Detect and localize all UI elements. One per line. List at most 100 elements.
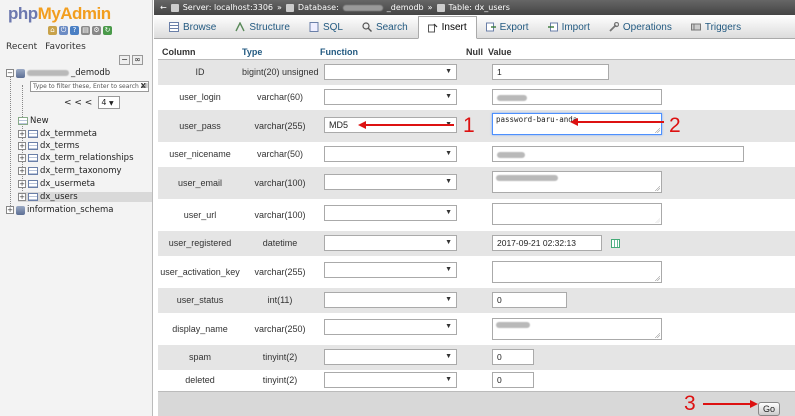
expand-icon[interactable]: + [18, 142, 26, 150]
value-input[interactable]: 0 [492, 372, 534, 388]
breadcrumb-server[interactable]: Server: localhost:3306 [183, 3, 273, 12]
go-button[interactable]: Go [758, 402, 780, 416]
function-select[interactable]: ▼ [324, 235, 457, 251]
table-item[interactable]: + dx_termmeta [18, 129, 97, 139]
breadcrumb-database-label[interactable]: Database: [298, 3, 339, 12]
value-textarea[interactable] [492, 261, 662, 283]
value-input[interactable]: 0 [492, 349, 534, 365]
tab-favorites[interactable]: Favorites [43, 41, 88, 53]
tab-sql[interactable]: SQL [300, 16, 353, 38]
breadcrumb-separator: » [277, 3, 282, 12]
docs-icon[interactable]: ▤ [81, 26, 90, 35]
table-item[interactable]: + dx_terms [18, 141, 79, 151]
browse-icon [169, 22, 179, 32]
expand-icon[interactable]: + [18, 130, 26, 138]
calendar-icon[interactable] [611, 239, 620, 248]
dropdown-arrow-icon: ▼ [445, 266, 452, 273]
value-textarea[interactable] [492, 171, 662, 193]
header-type[interactable]: Type [242, 47, 262, 57]
function-select[interactable]: ▼ [324, 205, 457, 221]
database-icon [285, 3, 294, 12]
link-icon[interactable]: ∞ [132, 55, 143, 65]
tab-insert[interactable]: Insert [417, 16, 477, 39]
function-select[interactable]: ▼ [324, 372, 457, 388]
table-row: user_login varchar(60) ▼ [158, 85, 795, 110]
table-item[interactable]: + dx_term_taxonomy [18, 166, 122, 176]
table-header: Column Type Function Null Value [154, 47, 795, 59]
tab-operations[interactable]: Operations [600, 16, 682, 38]
column-type: varchar(60) [256, 92, 303, 102]
settings-icon[interactable]: ⚙ [92, 26, 101, 35]
column-type: tinyint(2) [262, 375, 298, 385]
back-arrow-icon[interactable]: ← [160, 3, 167, 12]
value-textarea[interactable] [492, 318, 662, 340]
column-type: varchar(250) [254, 324, 306, 334]
new-table-icon [18, 117, 28, 125]
expand-icon[interactable]: + [6, 206, 14, 214]
annotation-label-2: 2 [669, 114, 681, 137]
header-function[interactable]: Function [320, 47, 358, 57]
value-input[interactable]: 1 [492, 64, 609, 80]
value-textarea[interactable] [492, 203, 662, 225]
page-select[interactable]: 4 ▼ [98, 96, 121, 109]
database-item[interactable]: − _demodb [6, 68, 110, 78]
table-item[interactable]: + dx_term_relationships [18, 153, 134, 163]
function-select[interactable]: ▼ [324, 292, 457, 308]
value-input[interactable] [492, 146, 744, 162]
function-select[interactable]: ▼ [324, 89, 457, 105]
breadcrumb-table[interactable]: Table: dx_users [449, 3, 510, 12]
reload-icon[interactable]: ↻ [103, 26, 112, 35]
table-icon [28, 142, 38, 150]
table-row: user_url varchar(100) ▼ [158, 199, 795, 231]
tab-browse[interactable]: Browse [160, 16, 226, 38]
tab-recent[interactable]: Recent [4, 41, 39, 53]
database-icon [16, 205, 25, 215]
value-input[interactable]: 0 [492, 292, 567, 308]
tab-triggers[interactable]: Triggers [682, 16, 751, 38]
dropdown-arrow-icon: ▼ [445, 376, 452, 383]
tab-search[interactable]: Search [353, 16, 418, 38]
function-select[interactable]: ▼ [324, 174, 457, 190]
form-footer: Go [158, 391, 795, 416]
table-icon [436, 3, 445, 12]
expand-icon[interactable]: + [18, 167, 26, 175]
table-item-new[interactable]: New [18, 116, 49, 126]
annotation-label-1: 1 [463, 114, 475, 137]
phpmyadmin-logo[interactable]: phpMyAdmin [8, 4, 111, 24]
function-select[interactable]: ▼ [324, 146, 457, 162]
dropdown-arrow-icon: ▼ [445, 209, 452, 216]
dropdown-arrow-icon: ▼ [445, 239, 452, 246]
table-filter-input[interactable]: Type to filter these, Enter to search al… [30, 81, 149, 92]
function-select[interactable]: MD5 ▼ [324, 117, 457, 133]
value-input[interactable] [492, 89, 662, 105]
function-select[interactable]: ▼ [324, 319, 457, 335]
breadcrumb-database[interactable]: _demodb [387, 3, 424, 12]
help-icon[interactable]: ? [70, 26, 79, 35]
expand-icon[interactable]: + [18, 180, 26, 188]
table-item[interactable]: + dx_usermeta [18, 179, 95, 189]
tab-import[interactable]: Import [539, 16, 600, 38]
expand-icon[interactable]: + [18, 193, 26, 201]
function-select[interactable]: ▼ [324, 262, 457, 278]
filter-clear-button[interactable]: X [141, 82, 146, 91]
value-input[interactable]: 2017-09-21 02:32:13 [492, 235, 602, 251]
value-textarea[interactable]: password-baru-anda [492, 113, 662, 135]
dropdown-arrow-icon: ▼ [445, 121, 452, 128]
table-icon [28, 167, 38, 175]
pager-prev-button[interactable]: < < < [64, 98, 92, 108]
tab-structure[interactable]: Structure [226, 16, 300, 38]
dropdown-arrow-icon: ▼ [445, 150, 452, 157]
expand-icon[interactable]: + [18, 154, 26, 162]
function-select[interactable]: ▼ [324, 64, 457, 80]
database-item[interactable]: + information_schema [6, 205, 114, 215]
function-select[interactable]: ▼ [324, 349, 457, 365]
home-icon[interactable]: ⌂ [48, 26, 57, 35]
dropdown-arrow-icon: ▼ [445, 68, 452, 75]
column-type: varchar(50) [256, 149, 303, 159]
table-item-selected[interactable]: + dx_users [18, 192, 152, 202]
collapse-all-icon[interactable]: − [119, 55, 130, 65]
logout-icon[interactable]: ⏻ [59, 26, 68, 35]
export-icon [485, 22, 496, 32]
collapse-icon[interactable]: − [6, 69, 14, 77]
tab-export[interactable]: Export [477, 16, 539, 38]
